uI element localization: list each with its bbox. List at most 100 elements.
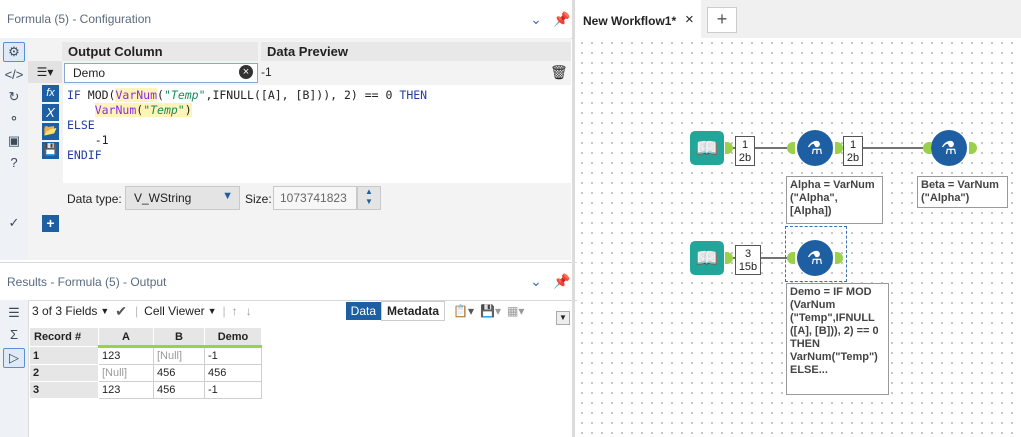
expression-editor[interactable]: IF MOD(VarNum("Temp",IFNULL([A], [B])), … [63, 85, 571, 186]
add-tab-button[interactable]: + [707, 7, 737, 33]
sigma-icon[interactable]: Σ [4, 326, 24, 344]
output-column-header: Output Column [62, 42, 258, 61]
tab-data[interactable]: Data [345, 302, 382, 320]
annotation-alpha[interactable]: Alpha = VarNum ("Alpha", [Alpha]) [786, 176, 883, 224]
annotation-demo[interactable]: Demo = IF MOD (VarNum ("Temp",IFNULL ([A… [786, 283, 889, 395]
save-icon[interactable]: 💾 [42, 142, 59, 159]
function-icon[interactable]: fx [42, 85, 59, 102]
save-icon[interactable]: 💾▾ [480, 304, 501, 318]
formula-tool-beta[interactable]: ⚗ [931, 130, 967, 166]
trash-icon[interactable]: 🗑 [550, 64, 568, 81]
code-icon[interactable]: </> [4, 66, 24, 84]
cell-b: [Null] [153, 346, 205, 365]
cell-a: 123 [98, 346, 154, 365]
input-anchor[interactable] [787, 142, 795, 154]
flask-icon: ⚗ [806, 138, 824, 158]
left-pane: Formula (5) - Configuration ⌄ 📌 ⚙ </> ↻ … [0, 0, 578, 437]
tag-icon[interactable]: ⚬ [4, 110, 24, 128]
annotation-beta[interactable]: Beta = VarNum ("Alpha") [917, 176, 1008, 208]
chevron-down-icon[interactable]: ▼ [208, 306, 217, 316]
input-anchor[interactable] [923, 142, 931, 154]
results-panel-title: Results - Formula (5) - Output [7, 274, 167, 289]
clear-icon[interactable]: × [239, 65, 253, 79]
cell-demo: -1 [204, 346, 262, 365]
config-sidebar: ⚙ </> ↻ ⚬ ▣ ? ✓ [0, 38, 29, 260]
open-folder-icon[interactable]: 📂 [42, 123, 59, 140]
list-icon[interactable]: ☰ [4, 304, 24, 322]
code-line-2: VarNum("Temp") [94, 103, 192, 117]
size-input[interactable]: 1073741823 [273, 186, 357, 210]
workflow-canvas[interactable]: 📖 1 2b ⚗ 1 2b ⚗ Alpha = VarNum ("Alpha",… [577, 38, 1021, 437]
data-type-value: V_WString [134, 191, 192, 205]
count-records: 1 [741, 139, 749, 151]
chevron-down-icon[interactable]: ⌄ [526, 11, 546, 28]
row-menu-icon[interactable]: ☰▾ [28, 61, 62, 83]
results-panel-header: Results - Formula (5) - Output ⌄ 📌 [0, 262, 578, 301]
count-records: 3 [744, 248, 752, 260]
config-panel-title: Formula (5) - Configuration [7, 12, 152, 26]
book-icon: 📖 [695, 138, 719, 158]
cell-record: 1 [29, 346, 99, 365]
size-stepper[interactable]: ▲ ▼ [357, 186, 381, 210]
tag-shape-icon[interactable]: ▷ [3, 348, 25, 368]
table-row[interactable]: 1 123 [Null] -1 [29, 346, 262, 365]
expression-tools: fx X 📂 💾 [42, 85, 61, 159]
cell-demo: -1 [204, 381, 262, 399]
formula-row: ☰▾ Demo × -1 🗑 [28, 61, 571, 83]
arrow-up-icon[interactable]: ↑ [232, 304, 238, 318]
cell-b: 456 [153, 381, 205, 399]
cell-viewer-selector[interactable]: Cell Viewer [144, 304, 204, 318]
data-type-label: Data type: [67, 192, 122, 206]
help-icon[interactable]: ? [4, 154, 24, 172]
input-anchor[interactable] [787, 252, 795, 264]
chevron-down-icon[interactable]: ▼ [100, 306, 109, 316]
header-a[interactable]: A [98, 327, 154, 348]
input-tool-2[interactable]: 📖 [690, 241, 724, 275]
refresh-icon[interactable]: ↻ [4, 88, 24, 106]
tab-metadata[interactable]: Metadata [381, 301, 446, 321]
package-icon[interactable]: ▣ [4, 132, 24, 150]
record-count-1: 1 2b [735, 136, 755, 166]
code-line-3: ELSE [67, 118, 95, 132]
variable-icon[interactable]: X [42, 104, 59, 121]
results-sidebar: ☰ Σ ▷ [0, 300, 29, 437]
header-record[interactable]: Record # [29, 327, 99, 347]
table-row[interactable]: 2 [Null] 456 456 [29, 364, 262, 382]
clipboard-icon[interactable]: 📋▾ [453, 304, 474, 318]
checkmark-icon[interactable]: ✔ [115, 303, 127, 320]
add-formula-button[interactable]: + [42, 215, 59, 232]
pin-icon[interactable]: 📌 [552, 273, 572, 290]
cell-a: 123 [98, 381, 154, 399]
close-icon[interactable]: × [685, 11, 694, 28]
data-type-select[interactable]: V_WString ▼ [125, 186, 240, 210]
header-demo[interactable]: Demo [204, 327, 262, 348]
cell-record: 2 [29, 364, 99, 382]
input-tool-1[interactable]: 📖 [690, 131, 724, 165]
tab-new-workflow[interactable]: New Workflow1* × [575, 0, 701, 40]
chevron-down-icon[interactable]: ⌄ [526, 273, 546, 290]
formula-grid: Output Column Data Preview ☰▾ Demo × -1 … [28, 38, 571, 260]
table-row[interactable]: 3 123 456 -1 [29, 381, 262, 399]
gear-icon[interactable]: ⚙ [3, 42, 25, 62]
count-bytes: 2b [738, 152, 752, 164]
arrow-down-icon[interactable]: ↓ [246, 304, 252, 318]
workflow-tabbar: New Workflow1* × + [575, 0, 1021, 40]
flask-icon: ⚗ [940, 138, 958, 158]
layout-icon[interactable]: ▦▾ [507, 304, 524, 318]
scroll-menu-icon[interactable]: ▼ [556, 311, 570, 325]
formula-tool-alpha[interactable]: ⚗ [797, 130, 833, 166]
pin-icon[interactable]: 📌 [552, 11, 572, 28]
count-bytes: 2b [846, 152, 860, 164]
fields-selector[interactable]: 3 of 3 Fields [32, 304, 97, 318]
code-line-5: ENDIF [67, 148, 102, 162]
data-preview-value: -1 [261, 65, 272, 79]
check-circle-icon[interactable]: ✓ [4, 214, 24, 232]
size-label: Size: [245, 192, 272, 206]
count-bytes: 15b [738, 261, 758, 273]
header-b[interactable]: B [153, 327, 205, 348]
formula-tool-demo[interactable]: ⚗ [797, 240, 833, 276]
pane-splitter[interactable] [572, 0, 575, 437]
type-bar: Data type: V_WString ▼ Size: 1073741823 … [63, 183, 571, 213]
output-column-input[interactable]: Demo × [64, 63, 258, 83]
count-records: 1 [849, 139, 857, 151]
